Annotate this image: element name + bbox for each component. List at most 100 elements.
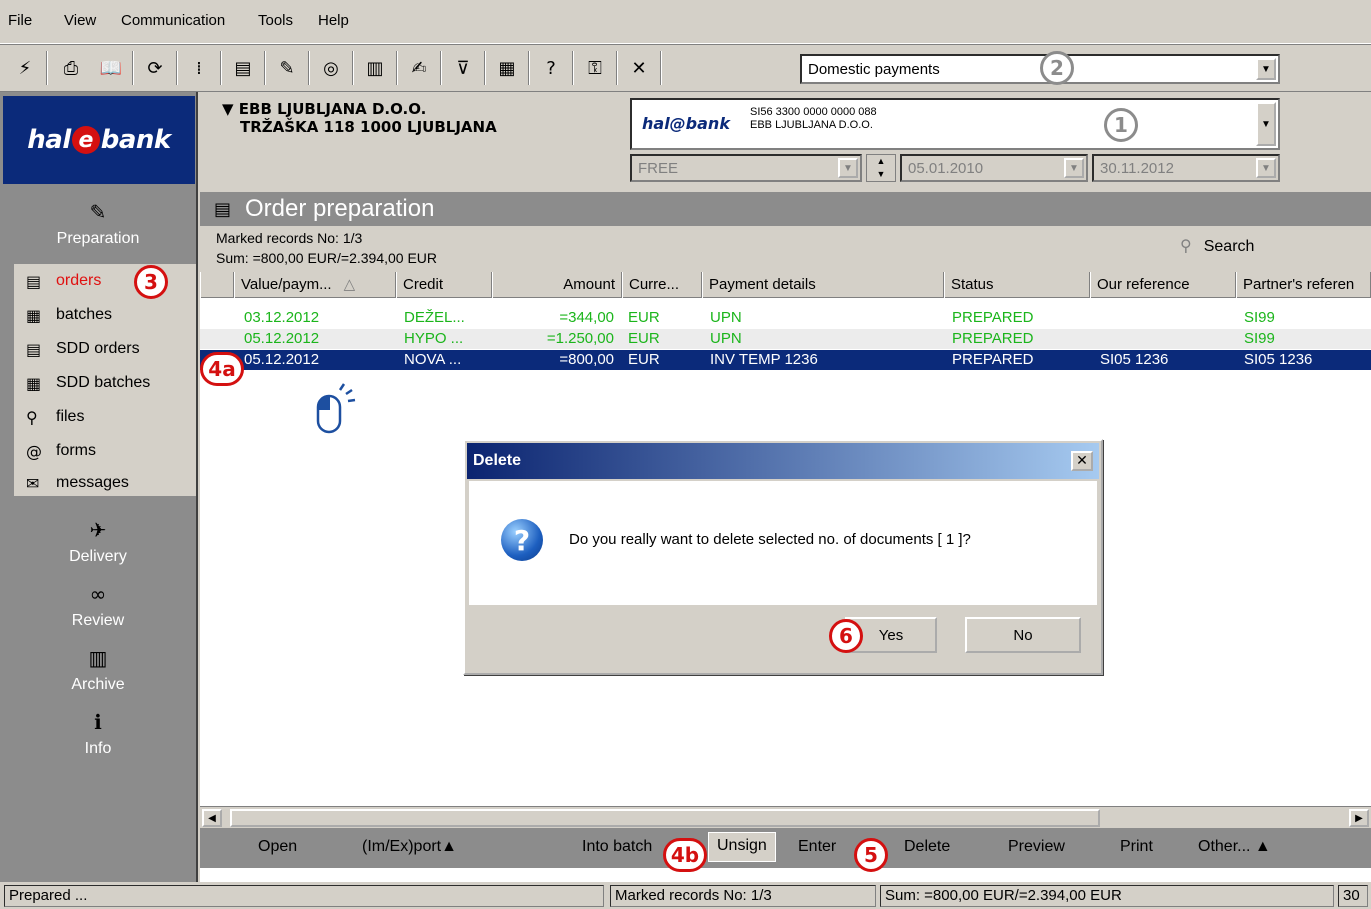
section-review-label: Review [71, 612, 125, 629]
col-partner-reference[interactable]: Partner's referen [1236, 272, 1371, 298]
cell-credit: DEŽEL... [404, 309, 465, 326]
no-button[interactable]: No [965, 617, 1081, 653]
toolbar-separator [616, 51, 618, 85]
col-amount[interactable]: Amount [492, 272, 622, 298]
search-icon: ⚲ [1180, 236, 1192, 255]
section-delivery[interactable]: ✈ Delivery [0, 518, 196, 566]
filter-icon[interactable]: ⊽ [448, 53, 478, 83]
close-icon[interactable]: ✕ [1071, 451, 1093, 471]
book-icon[interactable]: 📖 [96, 53, 126, 83]
horizontal-scrollbar[interactable]: ◀ ▶ [200, 806, 1371, 828]
nav-item-sdd-batches[interactable]: ▦ SDD batches [26, 370, 150, 396]
section-preparation[interactable]: ✎ Preparation [0, 200, 196, 248]
nav-item-forms[interactable]: @ forms [26, 438, 96, 464]
preparation-icon: ✎ [89, 200, 107, 224]
col-status[interactable]: Status [944, 272, 1090, 298]
nav-item-sdd-orders[interactable]: ▤ SDD orders [26, 336, 140, 362]
document-stack-icon[interactable]: ▤ [228, 53, 258, 83]
col-label: Amount [563, 276, 615, 293]
calculator-icon[interactable]: ▦ [492, 53, 522, 83]
col-our-reference[interactable]: Our reference [1090, 272, 1236, 298]
callout-badge-3: 3 [134, 265, 168, 299]
lightning-icon[interactable]: ⚡ [10, 53, 40, 83]
page-title-bar: ▤ Order preparation [200, 192, 1371, 226]
counter-icon[interactable]: ◎ [316, 53, 346, 83]
into-batch-button[interactable]: Into batch [582, 838, 652, 856]
open-button[interactable]: Open [258, 838, 297, 856]
chevron-down-icon[interactable]: ▼ [1256, 58, 1276, 80]
payment-type-value: Domestic payments [808, 60, 940, 78]
sign-icon[interactable]: ✍ [404, 53, 434, 83]
print-icon[interactable]: ⎙ [56, 53, 86, 83]
col-credit[interactable]: Credit [396, 272, 492, 298]
status-marked: Marked records No: 1/3 [610, 885, 876, 907]
menu-communication[interactable]: Communication [121, 12, 225, 29]
import-export-button[interactable]: (Im/Ex)port▲ [362, 838, 457, 856]
scrollbar-thumb[interactable] [230, 809, 1100, 827]
scroll-left-icon[interactable]: ◀ [202, 809, 222, 827]
cell-status: PREPARED [952, 309, 1034, 326]
refresh-icon[interactable]: ⟳ [140, 53, 170, 83]
chevron-down-icon[interactable]: ▼ [838, 158, 858, 178]
table-row[interactable]: 03.12.2012 DEŽEL... =344,00 EUR UPN PREP… [200, 308, 1371, 328]
toolbar-separator [528, 51, 530, 85]
other-button[interactable]: Other... ▲ [1198, 838, 1271, 856]
toolbar-separator [46, 51, 48, 85]
table-row[interactable]: 05.12.2012 HYPO ... =1.250,00 EUR UPN PR… [200, 329, 1371, 349]
list-icon[interactable]: ▥ [360, 53, 390, 83]
edit-doc-icon[interactable]: ✎ [272, 53, 302, 83]
section-archive[interactable]: ▥ Archive [0, 646, 196, 694]
table-row-selected[interactable]: 05.12.2012 NOVA ... =800,00 EUR INV TEMP… [200, 350, 1371, 370]
unsign-button[interactable]: Unsign [708, 832, 776, 862]
date-to-value: 30.11.2012 [1100, 159, 1174, 177]
chevron-down-icon[interactable]: ▼ [1256, 102, 1276, 146]
orders-icon: ▤ [214, 198, 232, 220]
sdd-batches-icon: ▦ [26, 373, 42, 393]
chevron-down-icon[interactable]: ▼ [1064, 158, 1084, 178]
print-button[interactable]: Print [1120, 838, 1153, 856]
delete-dialog: Delete ✕ ? Do you really want to delete … [463, 439, 1103, 675]
logo-e: e [71, 126, 100, 154]
date-stepper[interactable]: ▲ ▼ [866, 154, 896, 182]
forms-icon: @ [26, 441, 42, 461]
callout-badge-1: 1 [1104, 108, 1138, 142]
section-review[interactable]: ∞ Review [0, 582, 196, 630]
date-from-field[interactable]: 05.01.2010 ▼ [900, 154, 1088, 182]
binary-icon[interactable]: ⁞ [184, 53, 214, 83]
scroll-right-icon[interactable]: ▶ [1349, 809, 1369, 827]
section-info[interactable]: ℹ Info [0, 710, 196, 758]
col-label: Value/paym... [241, 276, 332, 293]
company-header[interactable]: ▼ EBB LJUBLJANA D.O.O. TRŽAŠKA 118 1000 … [222, 100, 497, 136]
dialog-message: Do you really want to delete selected no… [569, 531, 971, 548]
orders-icon: ▤ [26, 271, 42, 291]
menu-help[interactable]: Help [318, 12, 349, 29]
menu-file[interactable]: File [8, 12, 32, 29]
date-to-field[interactable]: 30.11.2012 ▼ [1092, 154, 1280, 182]
account-select[interactable]: hal@bank SI56 3300 0000 0000 088 EBB LJU… [630, 98, 1280, 150]
menu-view[interactable]: View [64, 12, 96, 29]
key-icon[interactable]: ⚿ [580, 53, 610, 83]
col-payment-details[interactable]: Payment details [702, 272, 944, 298]
chevron-down-icon[interactable]: ▼ [1256, 158, 1276, 178]
callout-badge-5: 5 [854, 838, 888, 872]
preview-button[interactable]: Preview [1008, 838, 1065, 856]
col-currency[interactable]: Curre... [622, 272, 702, 298]
search-button[interactable]: ⚲ Search [1180, 236, 1254, 256]
nav-item-orders[interactable]: ▤ orders [26, 268, 101, 294]
account-dropdown[interactable]: ▼ [1254, 100, 1278, 148]
nav-item-messages[interactable]: ✉ messages [26, 470, 129, 496]
nav-item-batches[interactable]: ▦ batches [26, 302, 112, 328]
messages-icon: ✉ [26, 473, 40, 493]
cell-details: INV TEMP 1236 [710, 351, 818, 368]
row-selector-header [200, 272, 234, 298]
menubar: File View Communication Tools Help [0, 0, 1371, 44]
menu-tools[interactable]: Tools [258, 12, 293, 29]
enter-button[interactable]: Enter [798, 838, 836, 856]
delete-button[interactable]: Delete [904, 838, 950, 856]
callout-badge-4b: 4b [663, 838, 707, 872]
tools-icon[interactable]: ✕ [624, 53, 654, 83]
col-value-date[interactable]: Value/paym... △ [234, 272, 396, 298]
help-icon[interactable]: ? [536, 53, 566, 83]
nav-item-files[interactable]: ⚲ files [26, 404, 84, 430]
status-filter-select[interactable]: FREE ▼ [630, 154, 862, 182]
